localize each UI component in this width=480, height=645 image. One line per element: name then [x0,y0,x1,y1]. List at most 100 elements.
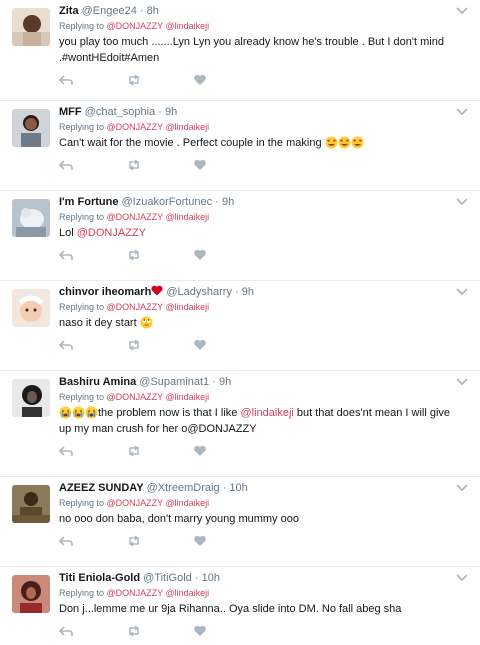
red-heart-emoji-icon [151,285,163,296]
timestamp[interactable]: 9h [165,106,177,118]
reply-icon[interactable] [59,445,73,457]
retweet-icon[interactable] [127,445,141,457]
tweet-actions [59,621,456,643]
like-icon[interactable] [193,445,207,457]
tweet-actions [59,70,456,92]
avatar[interactable] [12,485,50,523]
retweet-icon[interactable] [127,159,141,171]
chevron-down-icon[interactable] [456,483,468,493]
reply-mentions[interactable]: @DONJAZZY @lindaikeji [107,588,210,598]
user-handle[interactable]: @Engee24 [82,5,137,17]
timestamp[interactable]: 9h [222,196,234,208]
retweet-icon[interactable] [127,249,141,261]
reply-mentions[interactable]: @DONJAZZY @lindaikeji [107,302,210,312]
tweet-text: no ooo don baba, don't marry young mummy… [59,513,299,525]
tweet-text-body: Can't wait for the movie . Perfect coupl… [59,137,322,149]
display-name[interactable]: Bashiru Amina [59,376,136,388]
display-name[interactable]: Zita [59,5,79,17]
tweet-text: the problem now is that I like @lindaike… [59,405,456,437]
avatar[interactable] [12,8,50,46]
replying-to-label: Replying to [59,21,105,31]
retweet-icon[interactable] [127,625,141,637]
tweet-item[interactable]: Titi Eniola-Gold @TitiGold · 10h Replyin… [0,567,480,645]
reply-icon[interactable] [59,159,73,171]
retweet-icon[interactable] [127,339,141,351]
rolling-eyes-emoji-icon [140,316,153,329]
heart-eyes-emoji-icon [325,136,338,149]
heart-eyes-emoji-icon [338,136,351,149]
tweet-item[interactable]: chinvor iheomarh @Ladysharry · 9h Replyi… [0,281,480,371]
timestamp[interactable]: 8h [147,5,159,17]
separator: · [158,106,162,118]
user-handle[interactable]: @chat_sophia [85,106,156,118]
timestamp[interactable]: 10h [229,482,247,494]
mention-link[interactable]: @DONJAZZY [77,227,146,239]
avatar[interactable] [12,289,50,327]
timestamp[interactable]: 9h [219,376,231,388]
reply-mentions[interactable]: @DONJAZZY @lindaikeji [107,21,210,31]
chevron-down-icon[interactable] [456,377,468,387]
reply-mentions[interactable]: @DONJAZZY @lindaikeji [107,498,210,508]
replying-to: Replying to @DONJAZZY @lindaikeji [59,121,456,133]
avatar[interactable] [12,199,50,237]
retweet-icon[interactable] [127,74,141,86]
timestamp[interactable]: 9h [242,286,254,298]
chevron-down-icon[interactable] [456,287,468,297]
display-name[interactable]: chinvor iheomarh [59,286,151,298]
reply-icon[interactable] [59,74,73,86]
like-icon[interactable] [193,535,207,547]
reply-icon[interactable] [59,339,73,351]
chevron-down-icon[interactable] [456,6,468,16]
tweet-text: Lol @DONJAZZY [59,225,456,241]
separator: · [215,196,219,208]
like-icon[interactable] [193,159,207,171]
replying-to: Replying to @DONJAZZY @lindaikeji [59,587,456,599]
tweet-item[interactable]: Zita @Engee24 · 8h Replying to @DONJAZZY… [0,0,480,101]
timestamp[interactable]: 10h [202,572,220,584]
reply-mentions[interactable]: @DONJAZZY @lindaikeji [107,122,210,132]
avatar[interactable] [12,109,50,147]
like-icon[interactable] [193,625,207,637]
mention-link[interactable]: @lindaikeji [240,407,293,419]
tweet-actions [59,441,456,463]
replying-to: Replying to @DONJAZZY @lindaikeji [59,301,456,313]
user-handle[interactable]: @Supaminat1 [139,376,209,388]
chevron-down-icon[interactable] [456,573,468,583]
tweet-actions [59,245,456,267]
like-icon[interactable] [193,339,207,351]
like-icon[interactable] [193,74,207,86]
reply-icon[interactable] [59,249,73,261]
reply-icon[interactable] [59,625,73,637]
like-icon[interactable] [193,249,207,261]
user-handle[interactable]: @Ladysharry [166,286,232,298]
tweet-feed: Zita @Engee24 · 8h Replying to @DONJAZZY… [0,0,480,645]
reply-mentions[interactable]: @DONJAZZY @lindaikeji [107,392,210,402]
crying-emoji-icon [72,406,85,419]
avatar[interactable] [12,379,50,417]
tweet-item[interactable]: I'm Fortune @IzuakorFortunec · 9h Replyi… [0,191,480,281]
heart-eyes-emoji-icon [351,136,364,149]
display-name[interactable]: MFF [59,106,82,118]
display-name[interactable]: Titi Eniola-Gold [59,572,140,584]
tweet-item[interactable]: AZEEZ SUNDAY @XtreemDraig · 10h Replying… [0,477,480,567]
tweet-header: Bashiru Amina @Supaminat1 · 9h [59,375,456,390]
display-name[interactable]: I'm Fortune [59,196,118,208]
display-name[interactable]: AZEEZ SUNDAY [59,482,144,494]
chevron-down-icon[interactable] [456,197,468,207]
reply-icon[interactable] [59,535,73,547]
user-handle[interactable]: @TitiGold [143,572,192,584]
replying-to: Replying to @DONJAZZY @lindaikeji [59,20,456,32]
chevron-down-icon[interactable] [456,107,468,117]
reply-mentions[interactable]: @DONJAZZY @lindaikeji [107,212,210,222]
tweet-item[interactable]: MFF @chat_sophia · 9h Replying to @DONJA… [0,101,480,191]
user-handle[interactable]: @XtreemDraig [147,482,220,494]
replying-to: Replying to @DONJAZZY @lindaikeji [59,211,456,223]
tweet-header: AZEEZ SUNDAY @XtreemDraig · 10h [59,481,456,496]
retweet-icon[interactable] [127,535,141,547]
avatar[interactable] [12,575,50,613]
crying-emoji-icon [85,406,98,419]
replying-to-label: Replying to [59,302,105,312]
tweet-item[interactable]: Bashiru Amina @Supaminat1 · 9h Replying … [0,371,480,477]
replying-to: Replying to @DONJAZZY @lindaikeji [59,391,456,403]
user-handle[interactable]: @IzuakorFortunec [122,196,213,208]
